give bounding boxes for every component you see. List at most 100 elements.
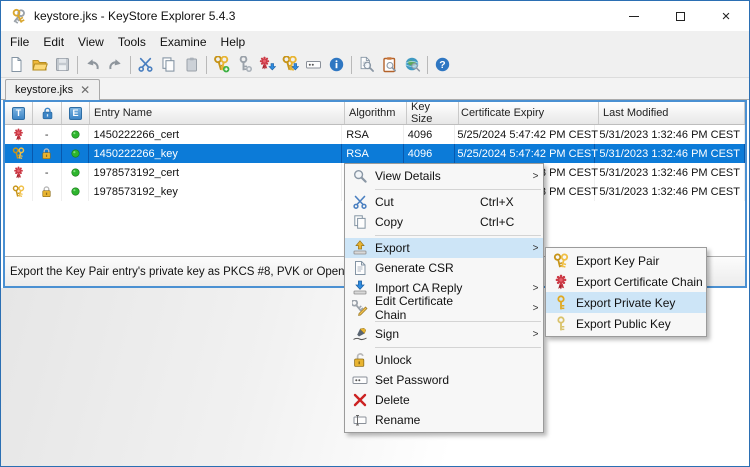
locked-icon <box>40 147 53 160</box>
trusted-certificate-icon <box>12 128 25 141</box>
menu-view[interactable]: View <box>71 33 111 51</box>
submenu-arrow-icon: > <box>528 303 543 314</box>
generate-key-pair-button[interactable] <box>210 54 233 76</box>
import-key-pair-icon <box>282 56 299 73</box>
submenu-arrow-icon: > <box>528 329 543 340</box>
undo-arrow-icon <box>84 56 101 73</box>
menu-examine[interactable]: Examine <box>153 33 214 51</box>
submenu-item-export-public-key[interactable]: Export Public Key <box>546 313 706 334</box>
import-trusted-certificate-button[interactable] <box>256 54 279 76</box>
copy-button[interactable] <box>157 54 180 76</box>
menu-item-cut[interactable]: Cut Ctrl+X <box>345 192 543 212</box>
save-keystore-button[interactable] <box>51 54 74 76</box>
import-icon <box>345 280 375 296</box>
import-certificate-icon <box>259 56 276 73</box>
new-keystore-button[interactable] <box>5 54 28 76</box>
submenu-item-export-certificate-chain[interactable]: Export Certificate Chain <box>546 271 706 292</box>
examine-ssl-button[interactable] <box>401 54 424 76</box>
column-header-lock[interactable] <box>33 102 62 124</box>
window-title: keystore.jks - KeyStore Explorer 5.4.3 <box>34 9 611 23</box>
examine-file-button[interactable] <box>355 54 378 76</box>
column-header-key-size[interactable]: Key Size <box>407 102 459 124</box>
certificate-icon <box>546 274 576 290</box>
properties-button[interactable] <box>325 54 348 76</box>
cell-entry-name: 1978573192_cert <box>89 163 342 182</box>
menu-item-edit-certificate-chain[interactable]: Edit Certificate Chain > <box>345 298 543 318</box>
redo-button[interactable] <box>104 54 127 76</box>
menu-item-generate-csr[interactable]: Generate CSR <box>345 258 543 278</box>
entry-context-menu: View Details > Cut Ctrl+X Copy Ctrl+C Ex… <box>344 163 544 433</box>
table-header: T E Entry Name Algorithm Key Size Certif… <box>5 102 745 125</box>
cut-button[interactable] <box>134 54 157 76</box>
column-header-certificate-expiry[interactable]: Certificate Expiry <box>459 102 599 124</box>
locked-icon <box>40 185 53 198</box>
paste-button[interactable] <box>180 54 203 76</box>
minimize-button[interactable] <box>611 1 657 31</box>
status-ok-icon <box>69 147 82 160</box>
menu-bar: File Edit View Tools Examine Help <box>1 31 749 52</box>
submenu-item-export-private-key[interactable]: Export Private Key <box>546 292 706 313</box>
column-header-type[interactable]: T <box>5 102 33 124</box>
menu-item-delete[interactable]: Delete <box>345 390 543 410</box>
generate-secret-key-button[interactable] <box>233 54 256 76</box>
menu-help[interactable]: Help <box>214 33 253 51</box>
menu-item-unlock[interactable]: Unlock <box>345 350 543 370</box>
submenu-item-export-key-pair[interactable]: Export Key Pair <box>546 250 706 271</box>
column-header-last-modified[interactable]: Last Modified <box>599 102 745 124</box>
document-icon <box>345 260 375 276</box>
menu-separator <box>375 232 541 238</box>
generate-key-pair-icon <box>213 56 230 73</box>
tab-bar: keystore.jks ✕ <box>1 78 749 100</box>
open-keystore-button[interactable] <box>28 54 51 76</box>
maximize-button[interactable] <box>657 1 703 31</box>
examine-clipboard-icon <box>381 56 398 73</box>
table-row[interactable]: - 1450222266_cert RSA 4096 5/25/2024 5:4… <box>5 125 745 144</box>
menu-item-export[interactable]: Export > <box>345 238 543 258</box>
cell-key-size: 4096 <box>404 144 456 163</box>
cell-last-modified: 5/31/2023 1:32:46 PM CEST <box>595 144 745 163</box>
key-pair-icon <box>12 185 25 198</box>
menu-edit[interactable]: Edit <box>36 33 71 51</box>
keystore-explorer-window: keystore.jks - KeyStore Explorer 5.4.3 ×… <box>0 0 750 467</box>
app-keys-icon <box>10 8 27 25</box>
tab-keystore-jks[interactable]: keystore.jks ✕ <box>5 79 100 100</box>
examine-ssl-globe-icon <box>404 56 421 73</box>
export-icon <box>345 240 375 256</box>
menu-item-copy[interactable]: Copy Ctrl+C <box>345 212 543 232</box>
window-controls: × <box>611 1 749 31</box>
table-row-selected[interactable]: 1450222266_key RSA 4096 5/25/2024 5:47:4… <box>5 144 745 163</box>
password-icon <box>345 372 375 388</box>
menu-item-rename[interactable]: Rename <box>345 410 543 430</box>
shortcut-label: Ctrl+X <box>480 195 528 209</box>
menu-item-view-details[interactable]: View Details > <box>345 166 543 186</box>
column-header-expiry-status[interactable]: E <box>62 102 90 124</box>
private-key-icon <box>546 295 576 311</box>
lock-state-value: - <box>45 129 49 141</box>
info-icon <box>328 56 345 73</box>
close-button[interactable]: × <box>703 1 749 31</box>
generate-secret-key-icon <box>236 56 253 73</box>
set-password-button[interactable] <box>302 54 325 76</box>
cell-algorithm: RSA <box>342 144 404 163</box>
column-header-entry-name[interactable]: Entry Name <box>90 102 345 124</box>
copy-icon <box>160 56 177 73</box>
save-disk-icon <box>54 56 71 73</box>
tab-close-icon[interactable]: ✕ <box>80 84 90 96</box>
status-ok-icon <box>69 128 82 141</box>
column-header-algorithm[interactable]: Algorithm <box>345 102 407 124</box>
examine-clipboard-button[interactable] <box>378 54 401 76</box>
type-column-icon: T <box>12 107 25 120</box>
import-key-pair-button[interactable] <box>279 54 302 76</box>
status-ok-icon <box>69 166 82 179</box>
sign-pencil-icon <box>345 326 375 342</box>
menu-item-sign[interactable]: Sign > <box>345 324 543 344</box>
paste-clipboard-icon <box>183 56 200 73</box>
tab-label: keystore.jks <box>15 84 73 96</box>
delete-x-icon <box>345 392 375 408</box>
menu-file[interactable]: File <box>3 33 36 51</box>
menu-tools[interactable]: Tools <box>111 33 153 51</box>
help-button[interactable]: ? <box>431 54 454 76</box>
key-pair-icon <box>546 253 576 269</box>
menu-item-set-password[interactable]: Set Password <box>345 370 543 390</box>
undo-button[interactable] <box>81 54 104 76</box>
